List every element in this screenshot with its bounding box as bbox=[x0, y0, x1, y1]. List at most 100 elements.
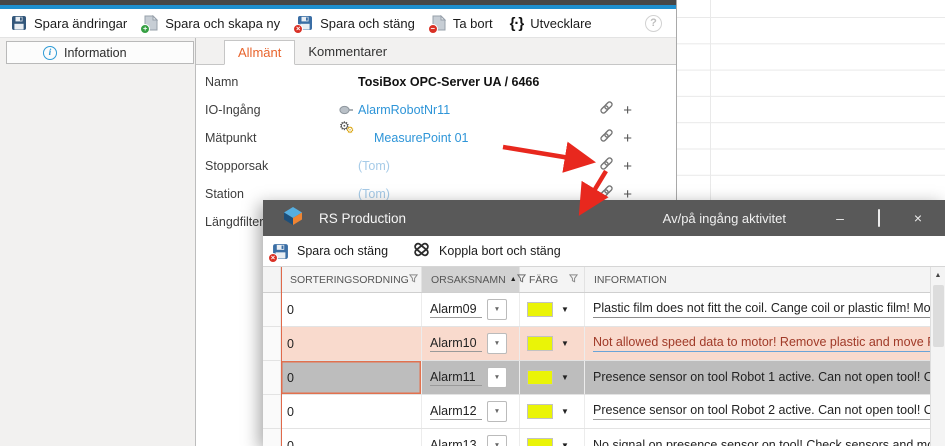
information-cell[interactable]: Presence sensor on tool Robot 2 active. … bbox=[585, 395, 930, 428]
color-cell[interactable]: ▼ bbox=[520, 327, 585, 360]
reason-name-cell[interactable]: Alarm10 ▼ bbox=[422, 327, 520, 360]
close-icon[interactable]: × bbox=[911, 211, 925, 225]
reason-name-cell[interactable]: Alarm11 ▼ bbox=[422, 361, 520, 394]
column-header-farg[interactable]: FÄRG bbox=[520, 267, 585, 292]
reason-name-value[interactable]: Alarm12 bbox=[430, 404, 482, 420]
save-and-new-button[interactable]: + Spara och skapa ny bbox=[144, 15, 280, 31]
chevron-down-icon[interactable]: ▼ bbox=[561, 339, 569, 348]
matpunkt-label: Mätpunkt bbox=[196, 131, 358, 145]
tab-kommentarer[interactable]: Kommentarer bbox=[295, 39, 400, 64]
save-changes-button[interactable]: Spara ändringar bbox=[11, 15, 127, 31]
row-indicator-cell[interactable] bbox=[263, 327, 281, 360]
scroll-up-icon[interactable]: ▲ bbox=[931, 267, 945, 283]
sort-order-cell[interactable]: 0 bbox=[281, 361, 422, 394]
reason-dropdown-button[interactable]: ▼ bbox=[487, 333, 507, 354]
reason-name-value[interactable]: Alarm11 bbox=[430, 370, 482, 386]
table-row[interactable]: 0 Alarm10 ▼ ▼ Not allowed speed data to … bbox=[263, 327, 930, 361]
filter-icon[interactable] bbox=[409, 274, 418, 286]
io-ingang-label: IO-Ingång bbox=[196, 103, 358, 117]
reason-name-value[interactable]: Alarm10 bbox=[430, 336, 482, 352]
information-cell[interactable]: Plastic film does not fitt the coil. Can… bbox=[585, 293, 930, 326]
color-cell[interactable]: ▼ bbox=[520, 293, 585, 326]
reason-name-value[interactable]: Alarm09 bbox=[430, 302, 482, 318]
dialog-titlebar[interactable]: RS Production Av/på ingång aktivitet – × bbox=[263, 200, 945, 236]
add-badge: + bbox=[140, 24, 150, 34]
save-and-close-label: Spara och stäng bbox=[320, 16, 415, 31]
table-row[interactable]: 0 Alarm12 ▼ ▼ Presence sensor on tool Ro… bbox=[263, 395, 930, 429]
filter-icon[interactable] bbox=[569, 274, 578, 286]
color-swatch[interactable] bbox=[527, 370, 553, 385]
maximize-icon[interactable] bbox=[872, 211, 886, 225]
grid-rows: 0 Alarm09 ▼ ▼ Plastic film does not fitt… bbox=[263, 293, 930, 446]
dialog-save-and-close-button[interactable]: × Spara och stäng bbox=[272, 243, 388, 260]
color-swatch[interactable] bbox=[527, 336, 553, 351]
table-row[interactable]: 0 Alarm11 ▼ ▼ Presence sensor on tool Ro… bbox=[263, 361, 930, 395]
column-header-orsaksnamn[interactable]: ORSAKSNAMN ▲ bbox=[422, 267, 520, 292]
sort-order-cell[interactable]: 0 bbox=[281, 327, 422, 360]
sort-order-cell[interactable]: 0 bbox=[281, 429, 422, 446]
add-icon[interactable]: + bbox=[623, 103, 632, 118]
chevron-down-icon[interactable]: ▼ bbox=[561, 373, 569, 382]
add-icon[interactable]: + bbox=[623, 159, 632, 174]
chevron-down-icon[interactable]: ▼ bbox=[561, 407, 569, 416]
table-row[interactable]: 0 Alarm09 ▼ ▼ Plastic film does not fitt… bbox=[263, 293, 930, 327]
minimize-icon[interactable]: – bbox=[833, 211, 847, 225]
close-badge: × bbox=[268, 253, 278, 263]
color-cell[interactable]: ▼ bbox=[520, 429, 585, 446]
column-header-information[interactable]: INFORMATION bbox=[585, 267, 930, 292]
chevron-down-icon[interactable]: ▼ bbox=[561, 305, 569, 314]
delete-icon: − bbox=[432, 15, 446, 31]
reason-name-cell[interactable]: Alarm12 ▼ bbox=[422, 395, 520, 428]
dialog-title: RS Production bbox=[319, 211, 406, 226]
developer-button[interactable]: {·} Utvecklare bbox=[510, 15, 592, 32]
station-value[interactable]: (Tom) bbox=[358, 187, 390, 201]
vertical-scrollbar[interactable]: ▲ bbox=[930, 267, 945, 446]
sidebar-item-information[interactable]: i Information bbox=[6, 41, 194, 64]
save-and-close-button[interactable]: × Spara och stäng bbox=[297, 15, 415, 31]
row-indicator-cell[interactable] bbox=[263, 293, 281, 326]
reason-name-cell[interactable]: Alarm13 ▼ bbox=[422, 429, 520, 446]
add-icon[interactable]: + bbox=[623, 131, 632, 146]
stopporsak-value[interactable]: (Tom) bbox=[358, 159, 390, 173]
information-cell[interactable]: No signal on presence sensor on tool! Ch… bbox=[585, 429, 930, 446]
color-swatch[interactable] bbox=[527, 302, 553, 317]
help-icon[interactable]: ? bbox=[645, 15, 662, 32]
unlink-icon bbox=[412, 241, 431, 261]
field-row-stopporsak: Stopporsak (Tom) + bbox=[196, 152, 676, 180]
chevron-down-icon: ▼ bbox=[494, 306, 500, 313]
column-header-sorteringsordning[interactable]: SORTERINGSORDNING bbox=[281, 267, 422, 292]
dialog-toolbar: × Spara och stäng Koppla bort och stäng bbox=[263, 236, 945, 267]
information-cell[interactable]: Presence sensor on tool Robot 1 active. … bbox=[585, 361, 930, 394]
link-icon[interactable] bbox=[599, 128, 614, 148]
information-cell[interactable]: Not allowed speed data to motor! Remove … bbox=[585, 327, 930, 360]
row-indicator-cell[interactable] bbox=[263, 395, 281, 428]
scrollbar-thumb[interactable] bbox=[933, 285, 944, 347]
color-cell[interactable]: ▼ bbox=[520, 361, 585, 394]
color-cell[interactable]: ▼ bbox=[520, 395, 585, 428]
reason-name-cell[interactable]: Alarm09 ▼ bbox=[422, 293, 520, 326]
dialog-window: RS Production Av/på ingång aktivitet – ×… bbox=[263, 200, 945, 446]
chevron-down-icon[interactable]: ▼ bbox=[561, 441, 569, 446]
table-row[interactable]: 0 Alarm13 ▼ ▼ No signal on presence sens… bbox=[263, 429, 930, 446]
matpunkt-link[interactable]: MeasurePoint 01 bbox=[374, 131, 469, 145]
link-icon[interactable] bbox=[599, 156, 614, 176]
reason-dropdown-button[interactable]: ▼ bbox=[487, 435, 507, 446]
information-value: Plastic film does not fitt the coil. Can… bbox=[593, 301, 930, 318]
sort-order-cell[interactable]: 0 bbox=[281, 293, 422, 326]
color-swatch[interactable] bbox=[527, 438, 553, 446]
connector-icon bbox=[339, 105, 354, 116]
tab-allmant[interactable]: Allmänt bbox=[224, 40, 295, 65]
unlink-and-close-button[interactable]: Koppla bort och stäng bbox=[412, 241, 561, 261]
delete-button[interactable]: − Ta bort bbox=[432, 15, 493, 31]
grid-header: SORTERINGSORDNING ORSAKSNAMN ▲ FÄRG INF bbox=[263, 267, 930, 293]
io-ingang-link[interactable]: AlarmRobotNr11 bbox=[358, 103, 450, 117]
reason-dropdown-button[interactable]: ▼ bbox=[487, 299, 507, 320]
reason-name-value[interactable]: Alarm13 bbox=[430, 438, 482, 446]
sort-order-cell[interactable]: 0 bbox=[281, 395, 422, 428]
row-indicator-cell[interactable] bbox=[263, 429, 281, 446]
row-indicator-cell[interactable] bbox=[263, 361, 281, 394]
color-swatch[interactable] bbox=[527, 404, 553, 419]
reason-dropdown-button[interactable]: ▼ bbox=[487, 401, 507, 422]
reason-dropdown-button[interactable]: ▼ bbox=[487, 367, 507, 388]
link-icon[interactable] bbox=[599, 100, 614, 120]
